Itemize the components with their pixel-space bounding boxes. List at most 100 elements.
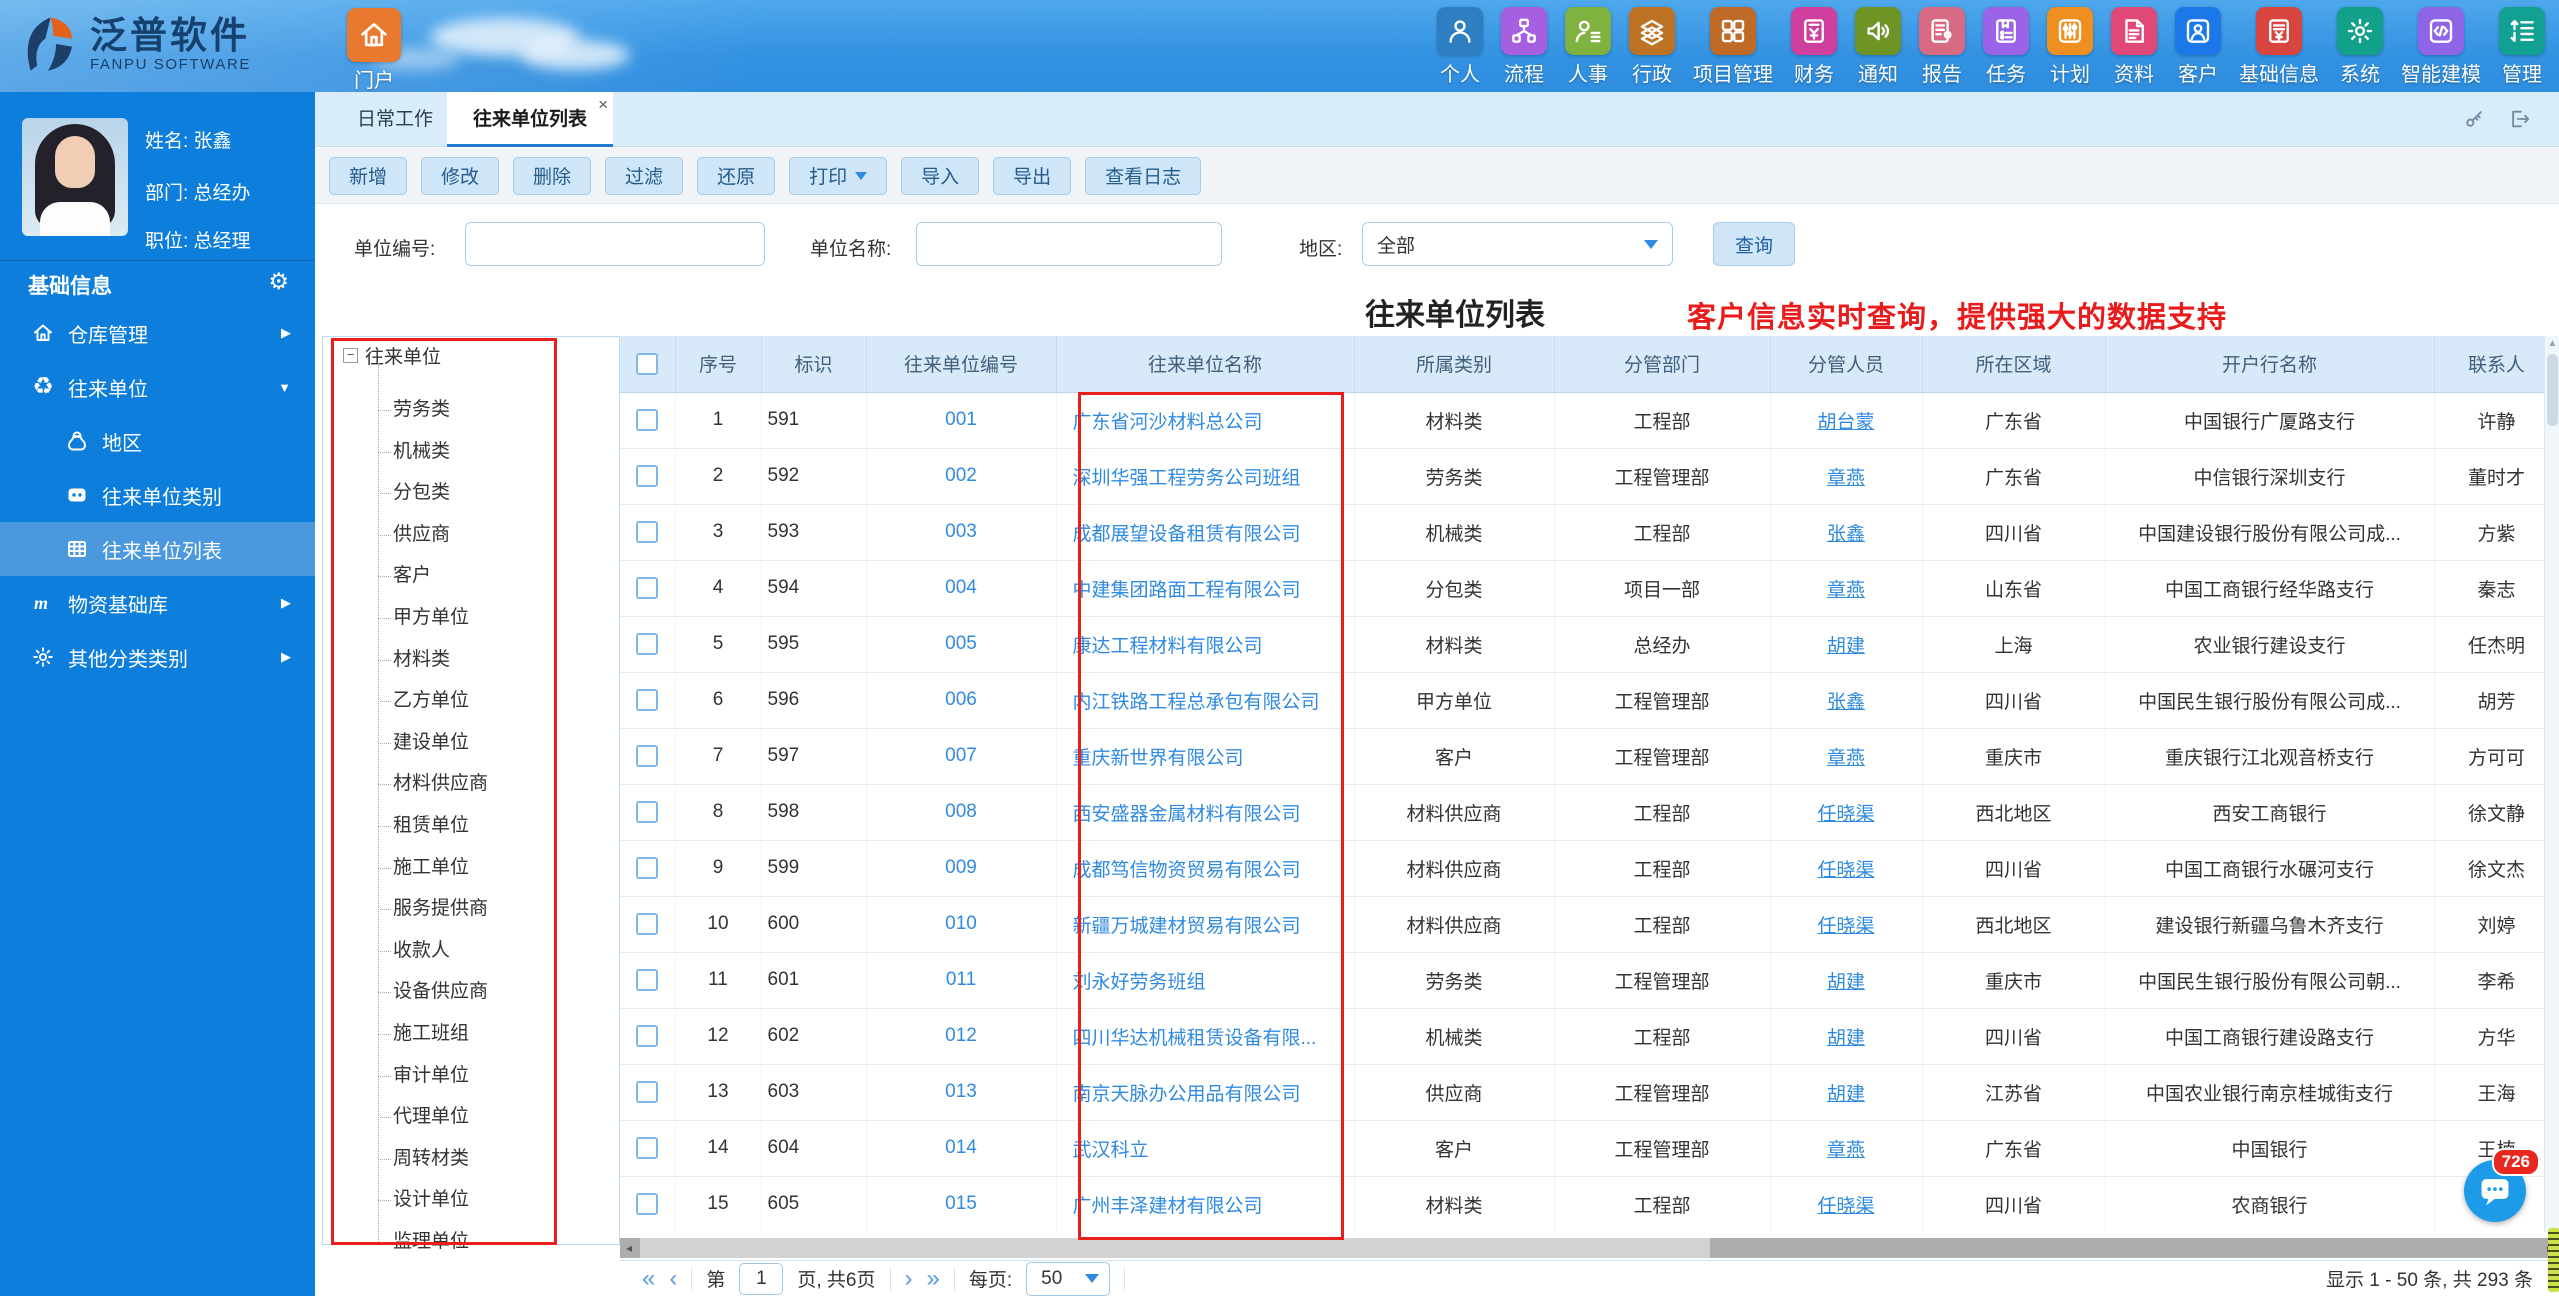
tree-item[interactable]: 机械类 (377, 440, 450, 464)
manager-link[interactable]: 胡建 (1827, 1084, 1865, 1105)
table-row[interactable]: 3 593 003 成都展望设备租赁有限公司 机械类 工程部 张鑫 四川省 中国… (620, 504, 2559, 561)
sidebar-item-partners[interactable]: ♻ 往来单位 ▼ (0, 360, 315, 414)
unit-name-link[interactable]: 西安盛器金属材料有限公司 (1073, 804, 1301, 825)
column-header[interactable]: 标识 (761, 336, 867, 393)
tree-item[interactable]: 建设单位 (377, 731, 469, 755)
unit-name-link[interactable]: 广州丰泽建材有限公司 (1073, 1196, 1263, 1217)
nav-item-task[interactable]: 任务 (1983, 7, 2029, 87)
unit-name-link[interactable]: 成都笃信物资贸易有限公司 (1073, 860, 1301, 881)
manager-link[interactable]: 任晓渠 (1817, 916, 1874, 937)
unit-name-link[interactable]: 重庆新世界有限公司 (1073, 748, 1244, 769)
table-row[interactable]: 10 600 010 新疆万城建材贸易有限公司 材料供应商 工程部 任晓渠 西北… (620, 896, 2559, 953)
manager-link[interactable]: 张鑫 (1827, 692, 1865, 713)
row-checkbox[interactable] (636, 632, 659, 655)
nav-item-portal[interactable]: 门户 (342, 8, 406, 93)
manager-link[interactable]: 章燕 (1827, 580, 1865, 601)
table-row[interactable]: 14 604 014 武汉科立 客户 工程管理部 章燕 广东省 中国银行 王楠 (620, 1120, 2559, 1177)
tab-partner-list[interactable]: 往来单位列表 × (447, 92, 614, 147)
table-row[interactable]: 12 602 012 四川华达机械租赁设备有限... 机械类 工程部 胡建 四川… (620, 1008, 2559, 1065)
nav-item-admin[interactable]: 行政 (1629, 7, 1675, 87)
horizontal-scrollbar[interactable]: ◂ ▸ (620, 1238, 2559, 1258)
manager-link[interactable]: 张鑫 (1827, 524, 1865, 545)
unit-code-link[interactable]: 003 (945, 521, 977, 542)
tree-item[interactable]: 劳务类 (377, 398, 450, 422)
exit-icon[interactable] (2509, 108, 2531, 135)
table-row[interactable]: 9 599 009 成都笃信物资贸易有限公司 材料供应商 工程部 任晓渠 四川省… (620, 840, 2559, 897)
tree-item[interactable]: 服务提供商 (377, 897, 488, 921)
tree-item[interactable]: 设备供应商 (377, 980, 488, 1004)
sidebar-item-list[interactable]: 往来单位列表 (0, 522, 315, 576)
select-all-checkbox[interactable] (636, 352, 659, 375)
tree-item[interactable]: 监理单位 (377, 1230, 469, 1254)
unit-code-link[interactable]: 014 (945, 1137, 977, 1158)
first-page-icon[interactable]: « (642, 1266, 655, 1291)
tree-item[interactable]: 甲方单位 (377, 606, 469, 630)
sidebar-item-other[interactable]: 其他分类类别 ▶ (0, 630, 315, 684)
manager-link[interactable]: 胡建 (1827, 636, 1865, 657)
prev-page-icon[interactable]: ‹ (669, 1266, 677, 1291)
unit-code-link[interactable]: 013 (945, 1081, 977, 1102)
unit-code-input[interactable] (465, 222, 765, 266)
manager-link[interactable]: 章燕 (1827, 748, 1865, 769)
column-header[interactable]: 序号 (675, 336, 762, 393)
unit-code-link[interactable]: 011 (946, 969, 976, 990)
scrollbar-thumb[interactable] (2547, 354, 2558, 426)
toolbar-button-4[interactable]: 还原 (697, 156, 776, 195)
tree-item[interactable]: 施工单位 (377, 856, 469, 880)
nav-item-personal[interactable]: 个人 (1437, 7, 1483, 87)
unit-code-link[interactable]: 010 (945, 913, 977, 934)
table-row[interactable]: 7 597 007 重庆新世界有限公司 客户 工程管理部 章燕 重庆市 重庆银行… (620, 728, 2559, 785)
next-page-icon[interactable]: › (905, 1266, 913, 1291)
row-checkbox[interactable] (636, 688, 659, 711)
collapse-icon[interactable]: − (343, 348, 358, 363)
tree-root[interactable]: − 往来单位 (343, 342, 441, 369)
manager-link[interactable]: 任晓渠 (1817, 804, 1874, 825)
toolbar-button-5[interactable]: 打印 (789, 156, 888, 195)
nav-item-plan[interactable]: 计划 (2047, 7, 2093, 87)
column-header[interactable]: 分管人员 (1770, 336, 1923, 393)
unit-code-link[interactable]: 005 (945, 633, 977, 654)
nav-item-customer[interactable]: 客户 (2175, 7, 2221, 87)
unit-name-link[interactable]: 南京天脉办公用品有限公司 (1073, 1084, 1301, 1105)
sidebar-item-warehouse[interactable]: 仓库管理 ▶ (0, 306, 315, 360)
table-row[interactable]: 5 595 005 康达工程材料有限公司 材料类 总经办 胡建 上海 农业银行建… (620, 616, 2559, 673)
close-icon[interactable]: × (598, 96, 608, 113)
nav-item-process[interactable]: 流程 (1501, 7, 1547, 87)
nav-item-manage[interactable]: 管理 (2499, 7, 2545, 87)
row-checkbox[interactable] (636, 464, 659, 487)
row-checkbox[interactable] (636, 520, 659, 543)
manager-link[interactable]: 章燕 (1827, 468, 1865, 489)
row-checkbox[interactable] (636, 800, 659, 823)
column-header[interactable]: 往来单位名称 (1056, 336, 1355, 393)
unit-name-link[interactable]: 四川华达机械租赁设备有限... (1073, 1028, 1317, 1049)
vertical-scrollbar[interactable]: ▲ (2544, 336, 2559, 1232)
tree-item[interactable]: 租赁单位 (377, 814, 469, 838)
unit-code-link[interactable]: 004 (945, 577, 977, 598)
table-row[interactable]: 15 605 015 广州丰泽建材有限公司 材料类 工程部 任晓渠 四川省 农商… (620, 1176, 2559, 1232)
unit-code-link[interactable]: 001 (945, 409, 977, 430)
key-icon[interactable] (2463, 108, 2485, 135)
row-checkbox[interactable] (636, 576, 659, 599)
toolbar-button-7[interactable]: 导出 (993, 156, 1072, 195)
sidebar-item-materials[interactable]: m 物资基础库 ▶ (0, 576, 315, 630)
tree-item[interactable]: 周转材类 (377, 1147, 469, 1171)
scrollbar-thumb[interactable] (640, 1238, 1710, 1258)
scroll-handle[interactable] (2548, 1228, 2559, 1292)
table-row[interactable]: 1 591 001 广东省河沙材料总公司 材料类 工程部 胡台蒙 广东省 中国银… (620, 392, 2559, 449)
unit-name-link[interactable]: 康达工程材料有限公司 (1073, 636, 1263, 657)
nav-item-hr[interactable]: 人事 (1565, 7, 1611, 87)
tree-item[interactable]: 施工班组 (377, 1022, 469, 1046)
unit-code-link[interactable]: 007 (945, 745, 977, 766)
sidebar-item-region[interactable]: 地区 (0, 414, 315, 468)
unit-code-link[interactable]: 008 (945, 801, 977, 822)
nav-item-project[interactable]: 项目管理 (1693, 7, 1773, 87)
nav-item-finance[interactable]: 财务 (1791, 7, 1837, 87)
manager-link[interactable]: 章燕 (1827, 1140, 1865, 1161)
table-row[interactable]: 6 596 006 内江铁路工程总承包有限公司 甲方单位 工程管理部 张鑫 四川… (620, 672, 2559, 729)
row-checkbox[interactable] (636, 1080, 659, 1103)
unit-code-link[interactable]: 012 (945, 1025, 977, 1046)
tree-item[interactable]: 设计单位 (377, 1188, 469, 1212)
manager-link[interactable]: 任晓渠 (1817, 860, 1874, 881)
sidebar-item-category[interactable]: 往来单位类别 (0, 468, 315, 522)
unit-name-link[interactable]: 刘永好劳务班组 (1073, 972, 1206, 993)
